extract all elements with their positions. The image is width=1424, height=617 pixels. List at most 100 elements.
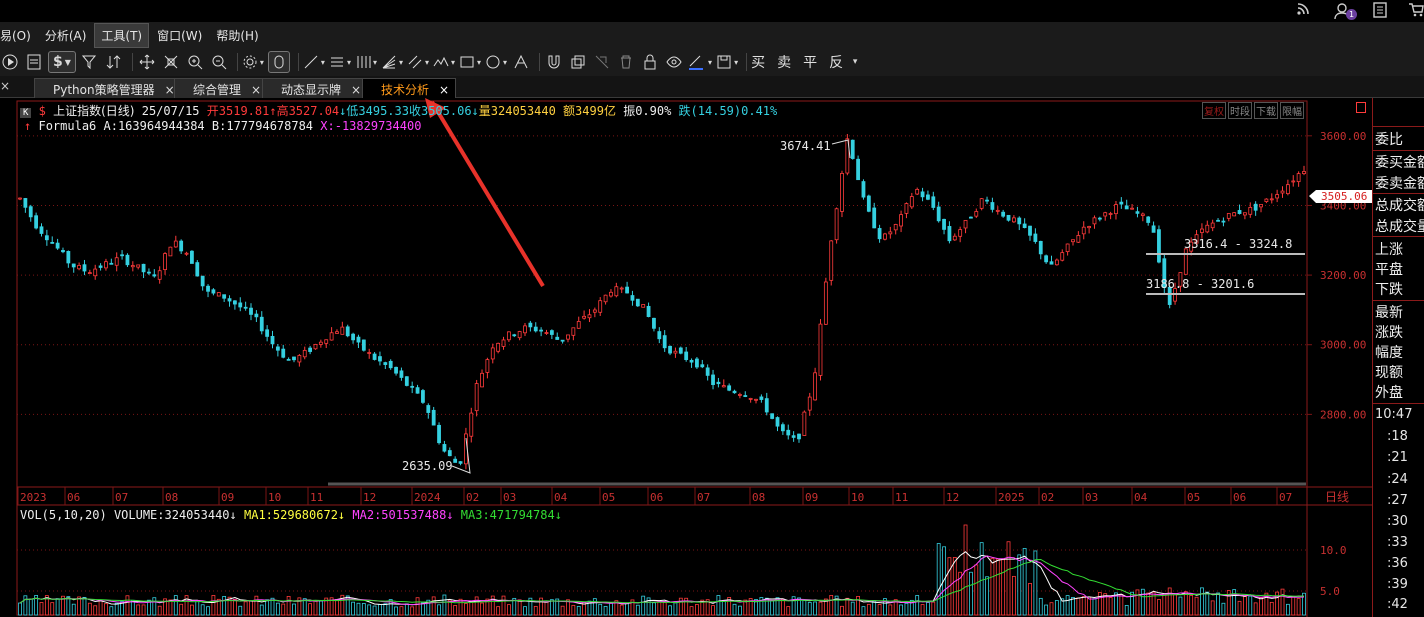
volume-bar xyxy=(1243,596,1247,616)
rectangle-tool-icon[interactable]: ▾ xyxy=(459,51,481,73)
volume-bar xyxy=(866,603,871,616)
volume-bar xyxy=(856,595,860,616)
limit-button[interactable]: 限幅 xyxy=(1280,102,1304,119)
period-button[interactable]: 时段 xyxy=(1228,102,1252,119)
label-decline: 下跌 xyxy=(1375,282,1403,298)
volume-bar xyxy=(721,600,726,616)
candle-body xyxy=(952,235,957,241)
candle-body xyxy=(834,208,839,241)
candle-body xyxy=(147,271,151,274)
zoom-out-icon[interactable] xyxy=(209,51,229,73)
volume-bar xyxy=(1210,600,1215,616)
magnet-icon[interactable] xyxy=(544,51,564,73)
volume-bar xyxy=(544,601,549,616)
sort-icon[interactable] xyxy=(104,51,124,73)
wave-tool-icon[interactable]: ▾ xyxy=(433,51,455,73)
candle-body xyxy=(560,339,565,342)
tick-time: :39 xyxy=(1387,577,1408,592)
candle-body xyxy=(571,327,576,336)
tab-close-icon[interactable]: × xyxy=(251,83,261,97)
quote-high: 高3527.04 xyxy=(276,104,340,118)
candle-body xyxy=(770,413,775,419)
tab-dynamic-board[interactable]: 动态显示牌 × xyxy=(262,78,369,98)
volume-bar xyxy=(920,604,925,616)
unlink-icon[interactable] xyxy=(592,51,612,73)
tab-general-manage[interactable]: 综合管理 × xyxy=(174,78,269,98)
text-tool-icon[interactable] xyxy=(511,51,531,73)
candle-body xyxy=(490,347,495,360)
candle-body xyxy=(775,417,780,427)
down-arrow-icon: ↓ xyxy=(554,508,562,522)
line-tool-icon[interactable]: ▾ xyxy=(303,51,325,73)
candle-body xyxy=(324,339,329,344)
rss-icon[interactable] xyxy=(1296,2,1310,20)
parallel-tool-icon[interactable]: ▾ xyxy=(329,51,351,73)
file-icon[interactable] xyxy=(24,51,44,73)
menu-trade[interactable]: 易(O) xyxy=(0,24,37,47)
candle-body xyxy=(533,326,538,332)
circle-tool-icon[interactable]: ▾ xyxy=(485,51,507,73)
tab-close-icon[interactable]: × xyxy=(351,83,361,97)
eye-icon[interactable] xyxy=(664,51,684,73)
buy-button[interactable]: 买 xyxy=(751,52,765,72)
adjust-button[interactable]: 复权 xyxy=(1202,102,1226,119)
toolbar: $ ▼ ▾ ▾ ▾ ▾ ▾ ▾ ▾ ▾ ▾ ▾ ▾ 买 卖 平 反 ▾ xyxy=(0,48,1424,76)
x-tick-labels: 2023 06 07 08 09 10 11 12 2024 02 03 04 05 06 07 08 09 10… xyxy=(17,487,1349,505)
chart-area[interactable]: 3600.00 3400.00 3200.00 3000.00 2800.00 3674… xyxy=(0,98,1372,617)
tab-scroll-left-icon[interactable]: × xyxy=(0,79,10,93)
candle-body xyxy=(383,362,388,365)
volume-bar xyxy=(662,602,667,616)
kline-chart[interactable]: 3600.003400.003200.003000.002800.00 3674… xyxy=(0,98,1372,617)
reverse-button[interactable]: 反 xyxy=(829,52,843,72)
play-icon[interactable] xyxy=(0,51,20,73)
sell-button[interactable]: 卖 xyxy=(777,52,791,72)
label-outer-disc: 外盘 xyxy=(1375,385,1403,401)
cart-icon[interactable] xyxy=(1408,2,1424,22)
expand-icon[interactable] xyxy=(1356,102,1366,113)
chart-frame xyxy=(16,100,1308,616)
pen-color-icon[interactable]: ▾ xyxy=(688,51,712,73)
menu-tools[interactable]: 工具(T) xyxy=(94,22,150,48)
candle-body xyxy=(856,158,860,181)
candle-body xyxy=(286,358,291,361)
volume-bar xyxy=(206,606,210,616)
gear-icon[interactable]: ▾ xyxy=(242,51,264,73)
tick-time: :24 xyxy=(1387,472,1408,487)
candle-body xyxy=(141,263,146,273)
menu-analysis[interactable]: 分析(A) xyxy=(39,24,93,47)
label-current-amount: 现额 xyxy=(1375,365,1403,381)
vertical-lines-icon[interactable]: ▾ xyxy=(355,51,377,73)
zoom-in-icon[interactable] xyxy=(185,51,205,73)
close-position-button[interactable]: 平 xyxy=(803,52,817,72)
download-button[interactable]: 下载 xyxy=(1254,102,1278,119)
candle-body xyxy=(474,383,479,412)
trash-icon[interactable] xyxy=(616,51,636,73)
candle-body xyxy=(249,307,253,315)
volume-bar xyxy=(926,602,930,616)
menu-window[interactable]: 窗口(W) xyxy=(151,24,208,47)
tab-python-manager[interactable]: Python策略管理器 × xyxy=(34,78,182,98)
channel-tool-icon[interactable]: ▾ xyxy=(407,51,429,73)
hand-icon[interactable] xyxy=(267,51,290,73)
crosshair-icon[interactable] xyxy=(161,51,181,73)
candle-body xyxy=(120,254,124,257)
volume-bar xyxy=(18,602,22,616)
candle-body xyxy=(104,261,108,269)
volume-bar xyxy=(431,596,436,616)
lock-icon[interactable] xyxy=(640,51,660,73)
copy-icon[interactable] xyxy=(568,51,588,73)
menu-help[interactable]: 帮助(H) xyxy=(210,24,264,47)
volume-bar xyxy=(286,596,291,616)
tab-technical-analysis[interactable]: 技术分析 × xyxy=(362,78,457,98)
price-tick-label: 3000.00 xyxy=(1320,339,1366,352)
save-icon[interactable]: ▾ xyxy=(716,51,738,73)
more-icon[interactable]: ▾ xyxy=(845,51,865,73)
dollar-button[interactable]: $ ▼ xyxy=(48,51,76,73)
document-icon[interactable] xyxy=(1373,2,1387,22)
tab-close-icon[interactable]: × xyxy=(439,83,449,97)
filter-icon[interactable] xyxy=(80,51,100,73)
candle-body xyxy=(163,253,167,271)
move-icon[interactable] xyxy=(137,51,157,73)
fan-tool-icon[interactable]: ▾ xyxy=(381,51,403,73)
candle-body xyxy=(157,270,162,280)
